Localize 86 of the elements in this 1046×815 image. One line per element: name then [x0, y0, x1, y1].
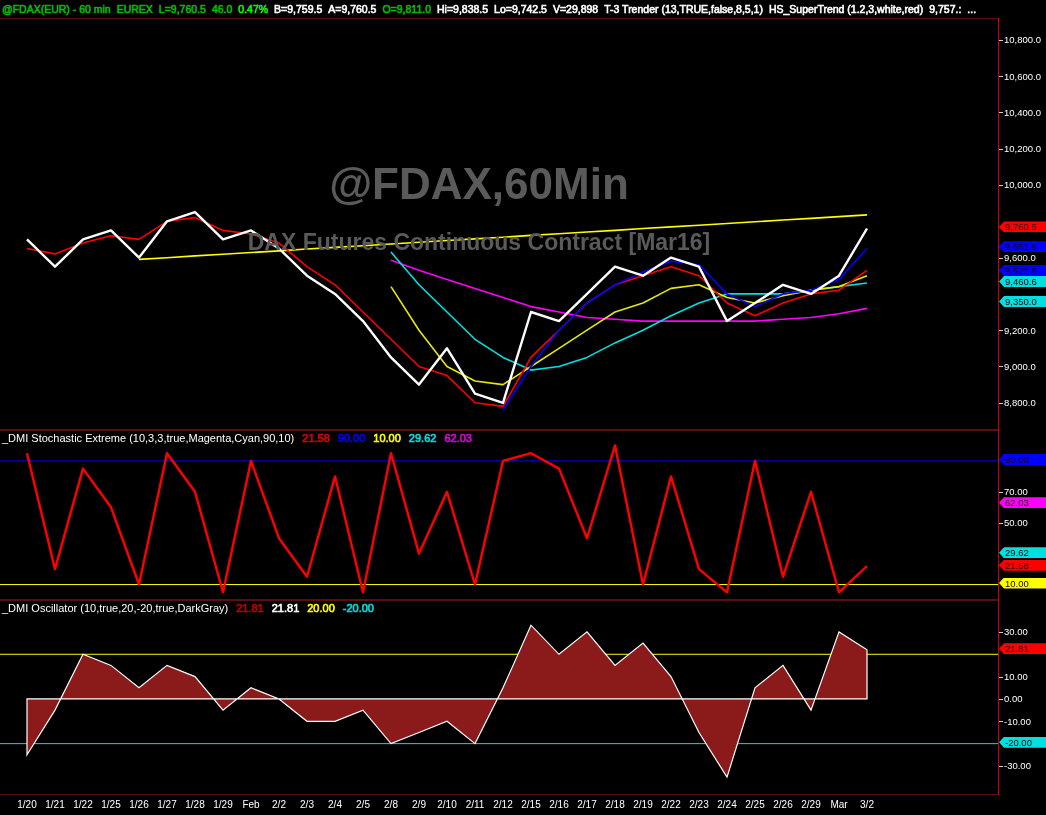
quote-field: V=29,898 [552, 3, 599, 15]
indicator-reading: 20.00 [307, 602, 335, 614]
axis-label: 1/22 [73, 799, 93, 810]
axis-label: 70.00 [1004, 487, 1028, 497]
axis-label: 30.00 [1004, 627, 1028, 637]
value-flag: 9,460.6 [999, 275, 1046, 287]
indicator-reading: 10.00 [373, 432, 401, 444]
value-flag: 9,350.0 [999, 295, 1046, 307]
axis-label: 2/12 [493, 799, 513, 810]
value-flag: 9,651.6 [999, 241, 1046, 253]
axis-label: 2/16 [549, 799, 569, 810]
quote-field: B=9,759.5 [274, 3, 323, 15]
quote-field: 9,757.: [929, 3, 962, 15]
axis-label: 9,000.0 [1004, 361, 1036, 371]
indicator-reading: 21.58 [302, 432, 330, 444]
axis-label: 10,200.0 [1004, 144, 1041, 154]
value-flag: 21.81 [999, 643, 1046, 655]
quote-field: Lo=9,742.5 [494, 3, 547, 15]
axis-label: 10,400.0 [1004, 107, 1041, 117]
indicator-reading: 21.81 [236, 602, 264, 614]
quote-field: HS_SuperTrend (1.2,3,white,red) [768, 3, 924, 15]
axis-label: 2/29 [801, 799, 821, 810]
axis-label: 2/19 [633, 799, 653, 810]
quote-field: ... [967, 3, 977, 15]
axis-label: 2/3 [300, 799, 314, 810]
value-flag: 29.62 [999, 547, 1046, 559]
axis-label: Mar [830, 799, 848, 810]
axis-label: 0.00 [1004, 694, 1023, 704]
axis-label: 2/8 [384, 799, 398, 810]
axis-label: 1/25 [101, 799, 121, 810]
axis-label: 2/26 [773, 799, 793, 810]
value-flag: 10.00 [999, 577, 1046, 589]
axis-label: 1/27 [157, 799, 177, 810]
value-flag: 9,760.5 [999, 221, 1046, 233]
axis-label: 2/23 [689, 799, 709, 810]
quote-field: 46.0 [211, 3, 233, 15]
axis-label: 9,600.0 [1004, 253, 1036, 263]
axis-label: 1/26 [129, 799, 149, 810]
axis-label: -30.00 [1004, 761, 1031, 771]
value-flag: 9,521.6 [999, 264, 1046, 276]
axis-label: 2/15 [521, 799, 541, 810]
axis-label: 2/22 [661, 799, 681, 810]
axis-label: 1/21 [45, 799, 65, 810]
indicator-reading: 29.62 [408, 432, 437, 444]
indicator-title: _DMI Oscillator (10,true,20,-20,true,DarkGray) [2, 602, 229, 614]
value-flag: 62.03 [999, 497, 1046, 509]
quote-field: @FDAX(EUR) - 60 min [2, 3, 111, 15]
axis-label: Feb [242, 799, 260, 810]
quote-field: EUREX [116, 3, 153, 15]
axis-label: 2/10 [437, 799, 457, 810]
axis-label: 9,200.0 [1004, 325, 1036, 335]
axis-label: 50.00 [1004, 518, 1028, 528]
axis-label: 2/17 [577, 799, 597, 810]
axis-label: 2/18 [605, 799, 625, 810]
value-flag: 90.00 [999, 453, 1046, 465]
axis-label: 1/20 [17, 799, 37, 810]
axis-label: 2/9 [412, 799, 426, 810]
value-flag: -20.00 [999, 736, 1046, 748]
axis-label: 2/5 [356, 799, 370, 810]
axis-label: 10,800.0 [1004, 35, 1041, 45]
quote-field: L=9,760.5 [158, 3, 206, 15]
axis-label: 10.00 [1004, 672, 1028, 682]
axis-label: 1/28 [185, 799, 205, 810]
axis-label: 1/29 [213, 799, 233, 810]
quote-field: Hi=9,838.5 [437, 3, 489, 15]
axis-label: 3/2 [860, 799, 874, 810]
indicator-reading: 90.00 [337, 432, 366, 444]
quote-field: T-3 Trender (13,TRUE,false,8,5,1) [604, 3, 763, 15]
axis-label: 10,600.0 [1004, 71, 1041, 81]
axis-label: 2/11 [465, 799, 485, 810]
axis-label: 10,000.0 [1004, 180, 1041, 190]
axis-label: 2/24 [717, 799, 737, 810]
axis-label: -10.00 [1004, 716, 1031, 726]
chart-title: @FDAX,60Min [329, 159, 629, 209]
quote-field: A=9,760.5 [328, 3, 377, 15]
axis-label: 2/4 [328, 799, 342, 810]
value-flag: 21.58 [999, 559, 1046, 571]
quote-field: O=9,811.0 [382, 3, 431, 15]
indicator-reading: -20.00 [342, 602, 374, 614]
indicator-reading: 62.03 [444, 432, 472, 444]
axis-label: 2/2 [272, 799, 286, 810]
axis-label: 8,800.0 [1004, 398, 1036, 408]
indicator-title: _DMI Stochastic Extreme (10,3,3,true,Magenta,Cyan,90,10) [2, 432, 295, 444]
quote-field: 0.47% [238, 3, 269, 15]
indicator-reading: 21.81 [271, 602, 300, 614]
axis-label: 2/25 [745, 799, 765, 810]
